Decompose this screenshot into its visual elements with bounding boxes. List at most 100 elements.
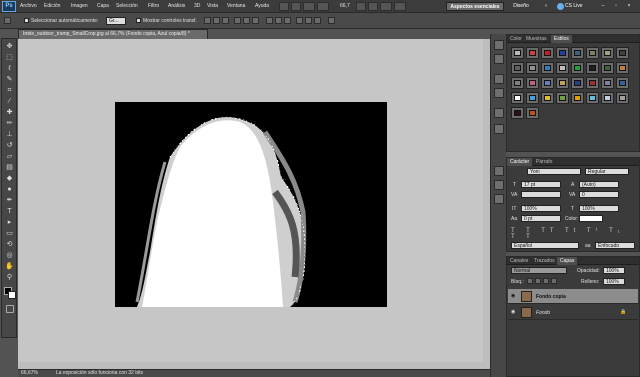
blur-tool-icon[interactable]: ◆ [5,174,14,183]
clone-source-panel-icon[interactable] [494,124,504,134]
hand-tool-icon[interactable]: ✋ [5,262,14,271]
font-size-field[interactable]: 17 pt [521,181,561,188]
lock-pixels-icon[interactable] [535,278,541,284]
style-swatch[interactable] [571,77,584,89]
vertical-scale-field[interactable]: 100% [521,205,561,212]
zoom-level-icon[interactable] [317,2,329,11]
brush-panel-icon[interactable] [494,108,504,118]
style-swatch[interactable] [616,92,629,104]
style-swatch[interactable] [541,62,554,74]
style-swatch[interactable] [571,62,584,74]
hand-tool-icon[interactable] [356,2,366,11]
show-transform-checkbox[interactable] [136,18,141,23]
style-swatch[interactable] [511,47,524,59]
layer-row[interactable]: ◉ Fondo 🔒 [508,305,638,320]
style-swatch[interactable] [586,77,599,89]
document-tab[interactable]: bride_outdoor_tramp_SmallCrop.jpg al 66,… [18,29,208,39]
extras-icon[interactable] [303,2,315,11]
screen-mode-icon[interactable] [394,2,406,11]
tab-paragraph[interactable]: Párrafo [533,158,555,166]
eraser-tool-icon[interactable]: ▱ [5,152,14,161]
style-swatch[interactable] [511,107,524,119]
move-tool-icon[interactable]: ✥ [5,42,14,51]
style-swatch[interactable] [586,47,599,59]
style-swatch[interactable] [541,47,554,59]
menu-archivo[interactable]: Archivo [20,0,37,13]
actions-panel-icon[interactable] [494,54,504,64]
font-style-select[interactable]: Regular [585,168,629,175]
move-tool-icon[interactable] [4,17,11,24]
workspace-design-button[interactable]: Diseño [508,2,534,11]
minibridge-icon[interactable] [291,2,301,11]
style-swatch[interactable] [616,47,629,59]
distribute-right-icon[interactable] [314,17,321,24]
navigator-panel-icon[interactable] [494,180,504,190]
quick-mask-icon[interactable] [6,305,14,313]
eye-icon[interactable]: ◉ [511,309,515,315]
pen-tool-icon[interactable]: ✒ [5,196,14,205]
style-swatch[interactable] [526,77,539,89]
tab-swatches[interactable]: Muestras [523,35,550,43]
auto-select-dropdown[interactable]: Gr... [106,17,126,25]
path-select-tool-icon[interactable]: ▸ [5,218,14,227]
auto-align-icon[interactable] [328,17,335,24]
style-swatch[interactable] [601,92,614,104]
align-bottom-icon[interactable] [222,17,229,24]
layer-name[interactable]: Fondo [536,310,550,316]
tab-character[interactable]: Carácter [507,158,533,166]
text-color-swatch[interactable] [579,215,603,222]
menu-ventana[interactable]: Ventana [227,0,245,13]
lock-position-icon[interactable] [543,278,549,284]
zoom-tool-icon[interactable]: ⚲ [5,273,14,282]
align-hcenter-icon[interactable] [243,17,250,24]
style-swatch[interactable] [556,62,569,74]
style-swatch[interactable] [526,107,539,119]
status-zoom[interactable]: 66,67% [21,370,38,377]
distribute-hcenter-icon[interactable] [305,17,312,24]
adjustments-panel-icon[interactable] [494,74,504,84]
style-swatch[interactable] [526,62,539,74]
style-swatch[interactable] [541,92,554,104]
histogram-panel-icon[interactable] [494,194,504,204]
text-style-buttons[interactable]: T T TT Tt T¹ T₁ T T [511,228,637,240]
style-swatch[interactable] [616,62,629,74]
auto-select-checkbox[interactable] [24,18,29,23]
menu-seleccion[interactable]: Selección [116,0,138,13]
image-canvas[interactable] [115,102,387,307]
menu-vista[interactable]: Vista [207,0,218,13]
crop-tool-icon[interactable]: ⌗ [5,86,14,95]
bridge-icon[interactable] [279,2,289,11]
menu-filtro[interactable]: Filtro [148,0,159,13]
marquee-tool-icon[interactable]: ⬚ [5,53,14,62]
lasso-tool-icon[interactable]: ℓ [5,64,14,73]
dodge-tool-icon[interactable]: ● [5,185,14,194]
cslive-button[interactable]: CS Live [565,2,589,11]
tab-paths[interactable]: Trazados [531,257,558,265]
horizontal-scale-field[interactable]: 100% [579,205,619,212]
style-swatch[interactable] [571,92,584,104]
blend-mode-select[interactable]: Normal [511,267,567,274]
history-brush-tool-icon[interactable]: ↺ [5,141,14,150]
restore-icon[interactable]: ▫ [611,2,621,11]
leading-field[interactable]: (Auto) [579,181,619,188]
distribute-top-icon[interactable] [266,17,273,24]
history-panel-icon[interactable] [494,40,504,50]
layer-name[interactable]: Fondo copia [536,294,566,300]
style-swatch[interactable] [616,77,629,89]
menu-ayuda[interactable]: Ayuda [255,0,269,13]
tab-layers[interactable]: Capas [557,257,578,265]
fill-field[interactable]: 100% [603,278,625,285]
close-icon[interactable]: × [624,2,634,11]
zoom-level-value[interactable]: 66,7 [340,0,350,13]
kerning-field[interactable] [521,191,561,198]
type-tool-icon[interactable]: T [5,207,14,216]
lock-transparency-icon[interactable] [527,278,533,284]
background-color-swatch[interactable] [8,291,16,299]
menu-analisis[interactable]: Análisis [168,0,185,13]
style-swatch[interactable] [556,47,569,59]
align-top-icon[interactable] [204,17,211,24]
healing-tool-icon[interactable]: ✚ [5,108,14,117]
distribute-vcenter-icon[interactable] [275,17,282,24]
eye-icon[interactable]: ◉ [511,293,515,299]
vertical-scrollbar[interactable] [483,39,490,362]
